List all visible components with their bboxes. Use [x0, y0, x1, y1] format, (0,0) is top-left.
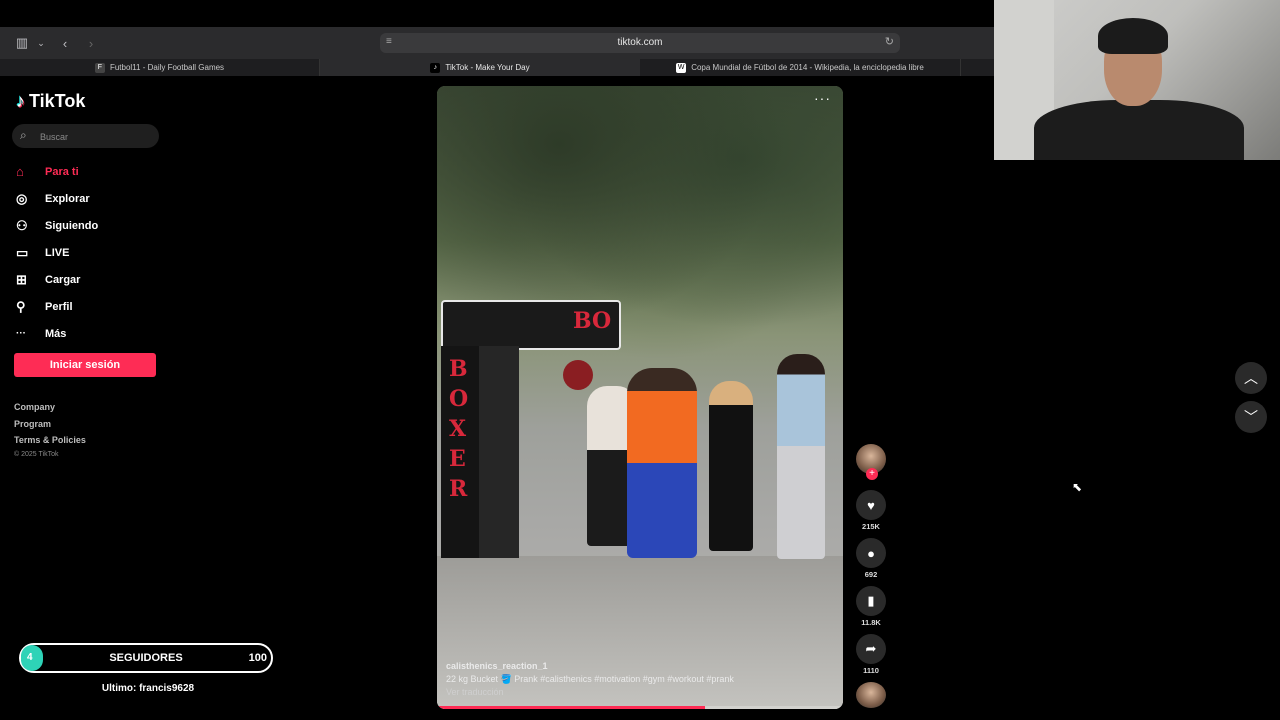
browser-toolbar: ▥ ⌄ ‹ › ≡ tiktok.com ↻ — [0, 27, 994, 59]
sidebar-item-perfil[interactable]: ⚲ Perfil — [16, 293, 176, 320]
punching-bag — [563, 360, 593, 390]
webcam-person-hair — [1098, 18, 1168, 54]
footer-link-program[interactable]: Program — [14, 419, 86, 436]
sidebar-item-mas[interactable]: ··· Más — [16, 320, 176, 347]
video-caption: calisthenics_reaction_1 22 kg Bucket 🪣 P… — [446, 660, 826, 699]
wikipedia-favicon-icon: W — [676, 62, 687, 73]
footer-link-company[interactable]: Company — [14, 402, 86, 419]
video-author[interactable]: calisthenics_reaction_1 — [446, 660, 826, 673]
share-button[interactable]: ➦ — [856, 634, 886, 664]
follower-goal: 100 — [248, 652, 267, 664]
live-icon: ▭ — [16, 244, 29, 260]
last-follower: Ultimo: francis9628 — [101, 683, 195, 694]
reload-icon[interactable]: ↻ — [885, 35, 894, 48]
search-input[interactable] — [38, 127, 157, 147]
sidebar-item-explorar[interactable]: ◎ Explorar — [16, 185, 176, 212]
tiktok-logo[interactable]: ♪ TikTok — [16, 91, 85, 112]
chevron-up-icon: ︿ — [1244, 370, 1258, 386]
share-count: 1110 — [863, 666, 879, 675]
tab-bar: F Futbol11 - Daily Football Games ♪ TikT… — [0, 59, 994, 76]
sidebar-item-label: Explorar — [45, 192, 90, 205]
sidebar-nav: ⌂ Para ti ◎ Explorar ⚇ Siguiendo ▭ LIVE … — [16, 158, 176, 347]
sidebar-item-cargar[interactable]: ⊞ Cargar — [16, 266, 176, 293]
machine-side: BOXER — [441, 346, 479, 558]
sidebar-item-live[interactable]: ▭ LIVE — [16, 239, 176, 266]
futbol11-favicon-icon: F — [94, 62, 105, 73]
next-video-button[interactable]: ﹀ — [1235, 401, 1267, 433]
webcam-person-body — [1034, 100, 1244, 160]
tab-label: Copa Mundial de Fútbol de 2014 - Wikiped… — [691, 63, 924, 72]
follow-plus-icon[interactable]: + — [866, 468, 878, 480]
machine-body — [479, 346, 519, 558]
sidebar-item-para-ti[interactable]: ⌂ Para ti — [16, 158, 176, 185]
action-column: + ♥ 215K ● 692 ▮ 11.8K ➦ 1110 — [853, 444, 889, 708]
machine-top: BO — [441, 300, 621, 350]
sidebar-item-label: Para ti — [45, 165, 79, 178]
profile-icon: ⚲ — [16, 298, 26, 314]
upload-icon: ⊞ — [16, 271, 27, 287]
follower-goal-widget: 4 SEGUIDORES 100 — [19, 643, 273, 673]
sidebar-item-label: Siguiendo — [45, 219, 99, 232]
tab-label: TikTok - Make Your Day — [445, 63, 530, 72]
search-icon: ⌕ — [20, 128, 27, 142]
translate-link[interactable]: Ver traducción — [446, 686, 826, 699]
like-count: 215K — [862, 522, 880, 531]
webcam-overlay — [994, 0, 1280, 160]
logo-text: TikTok — [29, 91, 86, 111]
tab-tiktok[interactable]: ♪ TikTok - Make Your Day — [320, 59, 640, 76]
machine-side-text: BOXER — [449, 356, 469, 502]
save-count: 11.8K — [861, 618, 881, 627]
copyright: © 2025 TikTok — [14, 451, 59, 458]
tiktok-note-icon: ♪ — [16, 91, 25, 111]
tab-futbol11[interactable]: F Futbol11 - Daily Football Games — [0, 59, 320, 76]
tab-label: Futbol11 - Daily Football Games — [109, 63, 225, 72]
video-progress-bar[interactable] — [437, 706, 843, 709]
forward-icon[interactable]: › — [82, 27, 100, 59]
person-light-outfit — [777, 354, 825, 559]
previous-video-button[interactable]: ︿ — [1235, 362, 1267, 394]
sidebar-item-siguiendo[interactable]: ⚇ Siguiendo — [16, 212, 176, 239]
back-icon[interactable]: ‹ — [56, 27, 74, 59]
sidebar-item-label: LIVE — [45, 246, 70, 259]
login-button[interactable]: Iniciar sesión — [14, 353, 156, 377]
share-icon: ➦ — [865, 641, 877, 656]
person-orange-vest — [627, 368, 697, 558]
following-icon: ⚇ — [16, 217, 28, 233]
person-black-outfit — [709, 381, 753, 551]
creator-avatar[interactable]: + — [856, 444, 886, 480]
comment-icon: ● — [867, 545, 875, 561]
chevron-down-icon[interactable]: ⌄ — [34, 27, 48, 59]
tab-wikipedia[interactable]: W Copa Mundial de Fútbol de 2014 - Wikip… — [640, 59, 961, 76]
video-description: 22 kg Bucket 🪣 Prank #calisthenics #moti… — [446, 674, 734, 684]
tiktok-favicon-icon: ♪ — [430, 62, 441, 73]
more-icon: ··· — [16, 328, 26, 339]
music-avatar[interactable] — [856, 682, 886, 708]
search-box[interactable]: ⌕ — [12, 124, 159, 148]
url-text: tiktok.com — [617, 37, 663, 48]
compass-icon: ◎ — [16, 190, 28, 206]
comment-count: 692 — [864, 570, 878, 579]
comment-button[interactable]: ● — [856, 538, 886, 568]
chevron-down-icon: ﹀ — [1244, 409, 1258, 425]
address-bar[interactable]: ≡ tiktok.com ↻ — [380, 33, 900, 53]
sidebar-item-label: Cargar — [45, 273, 81, 286]
video-player[interactable]: BO BOXER ··· calisthenics_reaction_1 22 … — [437, 86, 843, 709]
follower-label: SEGUIDORES — [109, 652, 183, 664]
machine-top-text: BO — [573, 308, 612, 334]
video-progress-fill — [437, 706, 705, 709]
screen-top-bar — [0, 0, 994, 27]
sidebar-toggle-icon[interactable]: ▥ — [12, 27, 32, 59]
save-button[interactable]: ▮ — [856, 586, 886, 616]
home-icon: ⌂ — [16, 164, 24, 179]
bookmark-icon: ▮ — [867, 593, 875, 608]
footer-links: Company Program Terms & Policies — [14, 402, 86, 452]
mouse-cursor-icon: ⬉ — [1072, 480, 1083, 494]
more-options-icon[interactable]: ··· — [814, 90, 831, 106]
sidebar-item-label: Perfil — [45, 300, 73, 313]
footer-link-terms[interactable]: Terms & Policies — [14, 435, 86, 452]
like-button[interactable]: ♥ — [856, 490, 886, 520]
heart-icon: ♥ — [867, 497, 875, 513]
sidebar-item-label: Más — [45, 327, 67, 340]
